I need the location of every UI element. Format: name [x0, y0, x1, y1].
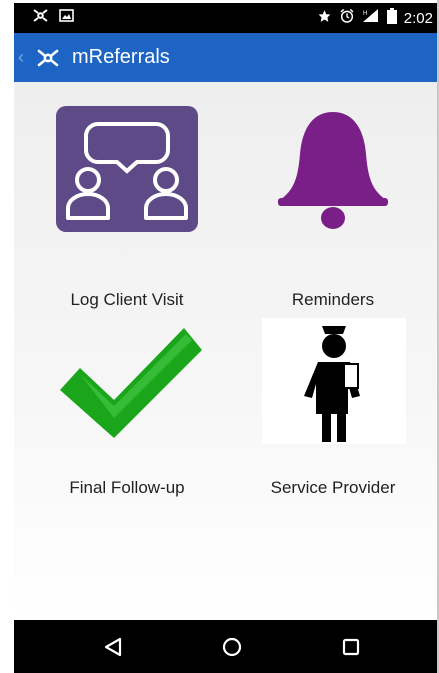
battery-icon	[386, 7, 397, 29]
bell-icon	[268, 106, 398, 236]
tile-reminders[interactable]: Reminders	[248, 106, 418, 309]
app-logo-icon	[32, 8, 49, 28]
tile-label: Log Client Visit	[70, 290, 184, 309]
app-title: mReferrals	[72, 46, 170, 68]
tile-label: Service Provider	[270, 478, 396, 497]
status-time: 2:02	[403, 9, 433, 27]
home-icon[interactable]	[218, 633, 246, 661]
main-menu: Log Client Visit Reminders Final Follow-…	[14, 82, 439, 620]
recents-icon[interactable]	[337, 633, 365, 661]
up-chevron-icon[interactable]: ‹	[18, 47, 30, 68]
svg-text:H: H	[363, 11, 367, 17]
image-icon	[59, 9, 74, 27]
status-bar: H 2:02	[14, 3, 439, 33]
app-bar: ‹ mReferrals	[14, 33, 439, 82]
alarm-icon	[339, 8, 355, 29]
back-icon[interactable]	[99, 633, 127, 661]
checkmark-icon	[52, 318, 202, 446]
tile-label: Reminders	[291, 290, 375, 309]
tile-final-follow-up[interactable]: Final Follow-up	[42, 318, 212, 503]
navigation-bar	[14, 620, 439, 673]
tile-log-client-visit[interactable]: Log Client Visit	[42, 106, 212, 309]
signal-icon: H	[362, 8, 380, 28]
star-icon	[317, 9, 332, 28]
tile-service-provider[interactable]: Service Provider	[248, 318, 418, 503]
tile-label: Final Follow-up	[69, 478, 185, 497]
nurse-icon	[262, 318, 406, 444]
phone-screen: H 2:02 ‹ mReferrals Log Client Visit Rem…	[14, 0, 439, 673]
client-visit-icon	[56, 106, 198, 232]
app-logo-icon[interactable]	[36, 48, 60, 68]
